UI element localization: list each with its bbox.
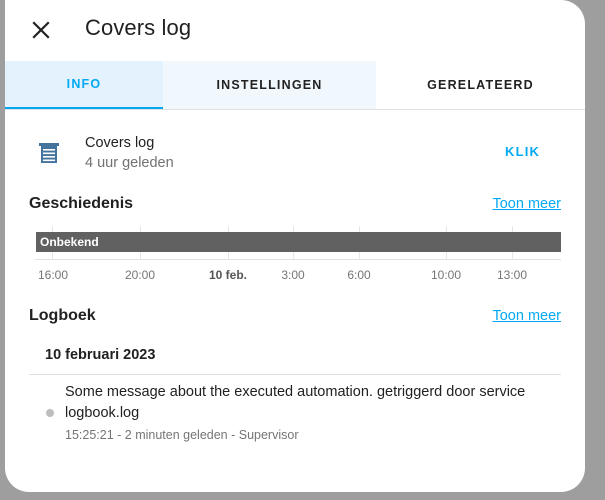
entity-last-changed: 4 uur geleden: [85, 155, 174, 171]
logbook-title: Logboek: [29, 307, 96, 324]
close-button[interactable]: [27, 16, 55, 44]
logbook-more-link[interactable]: Toon meer: [492, 308, 561, 324]
dialog-header: Covers log: [5, 0, 585, 60]
state-bar[interactable]: Onbekend: [36, 232, 561, 252]
axis-tick: 16:00: [37, 268, 69, 282]
time-axis: [35, 259, 561, 260]
more-info-dialog: Covers log INFO INSTELLINGEN GERELATEERD…: [5, 0, 585, 492]
divider: [29, 374, 561, 375]
close-icon: [32, 21, 50, 39]
axis-tick: 20:00: [124, 268, 156, 282]
entry-dot-icon: [46, 409, 54, 417]
window-shutter-icon: [39, 143, 59, 163]
axis-tick: 13:00: [496, 268, 528, 282]
axis-tick: 10:00: [430, 268, 462, 282]
tab-info[interactable]: INFO: [5, 61, 163, 109]
history-more-link[interactable]: Toon meer: [492, 196, 561, 212]
entity-row: Covers log 4 uur geleden KLIK: [5, 125, 585, 181]
tab-gerelateerd[interactable]: GERELATEERD: [376, 61, 585, 109]
dialog-title: Covers log: [85, 15, 192, 40]
logbook-meta: 15:25:21 - 2 minuten geleden - Superviso…: [65, 428, 299, 442]
tab-instellingen[interactable]: INSTELLINGEN: [163, 61, 376, 109]
history-timeline: Onbekend 16:00 20:00 10 feb. 3:00 6:00 1…: [35, 226, 561, 286]
axis-tick: 6:00: [347, 268, 371, 282]
logbook-date-heading: 10 februari 2023: [45, 347, 156, 363]
klik-button[interactable]: KLIK: [505, 144, 540, 159]
entity-name: Covers log: [85, 135, 155, 151]
axis-tick: 3:00: [281, 268, 305, 282]
axis-tick: 10 feb.: [208, 268, 248, 282]
tab-bar: INFO INSTELLINGEN GERELATEERD: [5, 61, 585, 110]
logbook-message: Some message about the executed automati…: [65, 384, 526, 421]
history-title: Geschiedenis: [29, 195, 134, 212]
